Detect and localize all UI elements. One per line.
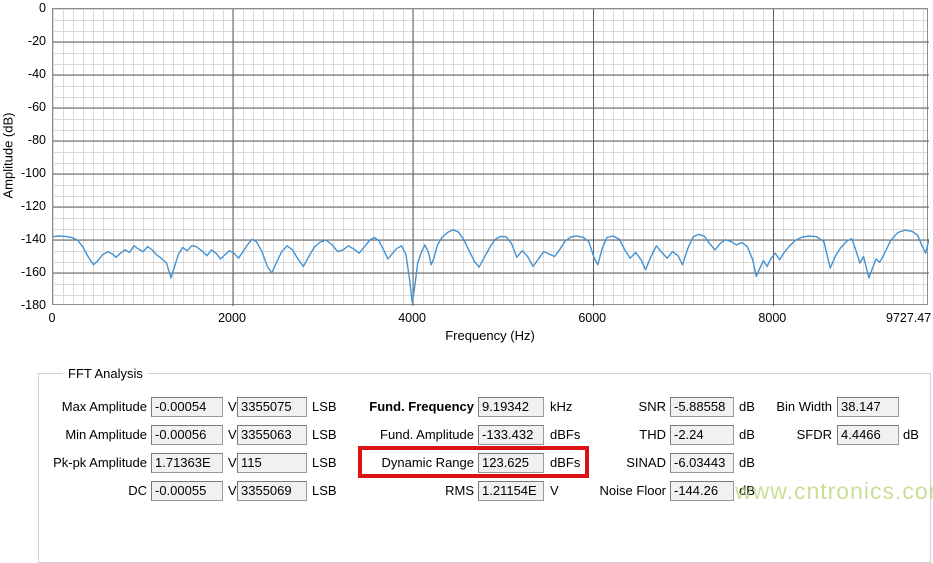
y-tick-label: -80 (0, 133, 46, 148)
y-tick-label: 0 (0, 1, 46, 16)
x-tick-label: 2000 (218, 311, 246, 325)
field-label: Min Amplitude (0, 425, 147, 445)
x-tick-label: 4000 (398, 311, 426, 325)
x-tick-label: 8000 (758, 311, 786, 325)
field-unit: dB (739, 453, 755, 473)
field-label: Fund. Frequency (254, 397, 474, 417)
x-tick-label: 6000 (578, 311, 606, 325)
y-tick-label: -40 (0, 67, 46, 82)
field-label: SINAD (446, 453, 666, 473)
field-unit: dB (903, 425, 919, 445)
field-label: Max Amplitude (0, 397, 147, 417)
field-label: DC (0, 481, 147, 501)
y-tick-label: -60 (0, 100, 46, 115)
field-label: Dynamic Range (254, 453, 474, 473)
field-input[interactable]: 1.71363E (151, 453, 223, 473)
fft-plot-area: Amplitude (dB) 0-20-40-60-80-100-120-140… (0, 0, 933, 350)
x-tick-label: 0 (49, 311, 56, 325)
field-input[interactable]: 38.147 (837, 397, 899, 417)
field-label: Pk-pk Amplitude (0, 453, 147, 473)
fft-analyzer-window: { "chart": { "y_title": "Amplitude (dB)"… (0, 0, 933, 507)
field-input[interactable]: -0.00055 (151, 481, 223, 501)
field-input[interactable]: 4.4466 (837, 425, 899, 445)
y-tick-label: -120 (0, 199, 46, 214)
field-input[interactable]: -144.26 (670, 481, 734, 501)
field-unit: V (228, 425, 237, 445)
spectrum-trace-svg (53, 9, 929, 306)
y-tick-label: -100 (0, 166, 46, 181)
y-tick-label: -160 (0, 265, 46, 280)
field-label: RMS (254, 481, 474, 501)
y-tick-label: -20 (0, 34, 46, 49)
field-label: Noise Floor (446, 481, 666, 501)
field-input[interactable]: -0.00054 (151, 397, 223, 417)
fft-analysis-title: FFT Analysis (63, 366, 148, 381)
fft-analysis-groupbox: FFT Analysis Max Amplitude-0.00054V33550… (38, 373, 931, 563)
y-tick-label: -140 (0, 232, 46, 247)
field-unit: V (228, 453, 237, 473)
field-unit: V (228, 481, 237, 501)
field-input[interactable]: -0.00056 (151, 425, 223, 445)
y-tick-label: -180 (0, 298, 46, 313)
field-unit: V (228, 397, 237, 417)
watermark-text: www.cntronics.com (735, 478, 933, 505)
field-label: Fund. Amplitude (254, 425, 474, 445)
x-tick-label: 9727.47 (886, 311, 931, 325)
field-input[interactable]: -6.03443 (670, 453, 734, 473)
x-axis-title: Frequency (Hz) (52, 328, 928, 343)
field-label: Bin Width (612, 397, 832, 417)
spectrum-plot (52, 8, 928, 305)
field-label: SFDR (612, 425, 832, 445)
